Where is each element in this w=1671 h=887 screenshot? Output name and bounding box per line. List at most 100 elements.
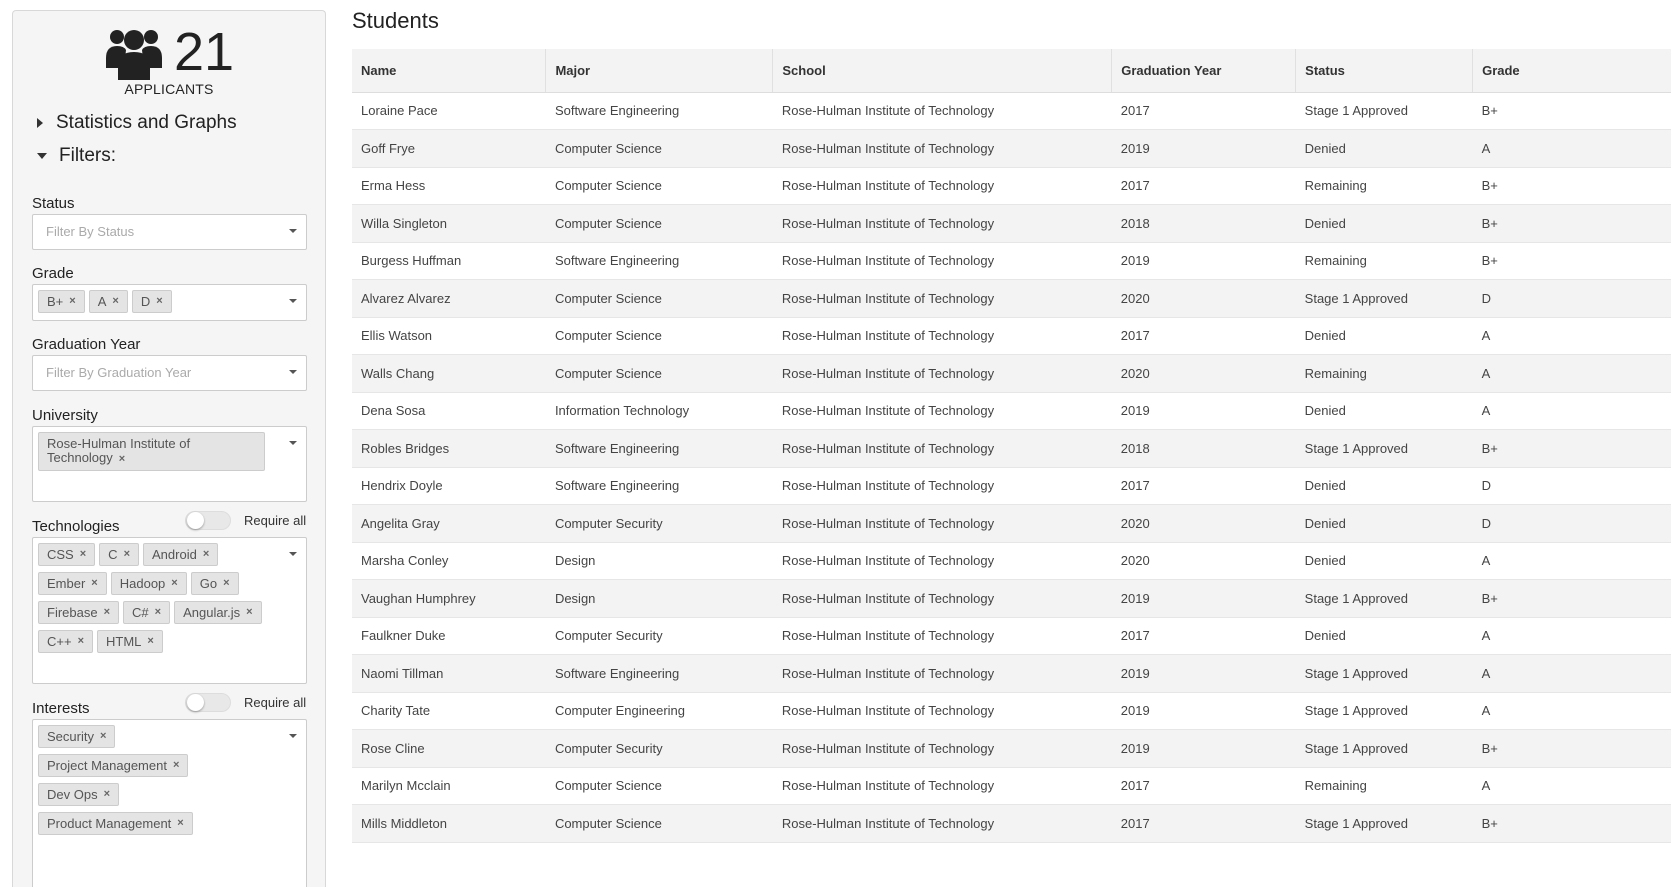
remove-tag-icon[interactable]: ×	[69, 293, 75, 310]
table-cell-school: Rose-Hulman Institute of Technology	[772, 242, 1112, 280]
table-cell-graduation-year: 2017	[1111, 317, 1296, 355]
status-filter-select[interactable]: Filter By Status	[32, 214, 307, 250]
technology-tag: C++ ×	[38, 630, 94, 653]
table-cell-name: Angelita Gray	[352, 504, 546, 543]
table-row[interactable]: Burgess Huffman Software Engineering Rose-…	[352, 242, 1671, 280]
applicant-count-block: 21	[13, 23, 325, 81]
chevron-down-icon[interactable]	[289, 552, 297, 556]
caret-down-icon	[37, 153, 47, 159]
table-cell-grade: B+	[1472, 429, 1671, 468]
grade-tag-list: B+ × A × D ×	[33, 285, 306, 322]
table-row[interactable]: Dena Sosa Information Technology Rose-Hulm…	[352, 392, 1671, 430]
chevron-down-icon[interactable]	[289, 441, 297, 445]
table-row[interactable]: Loraine Pace Software Engineering Rose-Hul…	[352, 92, 1671, 130]
university-filter-select[interactable]: Rose-Hulman Institute of Technology ×	[32, 426, 307, 502]
column-header-name[interactable]: Name	[352, 49, 547, 93]
remove-tag-icon[interactable]: ×	[177, 815, 183, 832]
table-row[interactable]: Goff Frye Computer Science Rose-Hulman Ins…	[352, 129, 1671, 168]
column-header-graduation-year[interactable]: Graduation Year	[1111, 49, 1297, 93]
graduation-year-filter-select[interactable]: Filter By Graduation Year	[32, 355, 307, 391]
remove-tag-icon[interactable]: ×	[124, 546, 130, 563]
chevron-down-icon[interactable]	[289, 370, 297, 374]
interests-filter-select[interactable]: Security × Project Management × Dev Ops × Prod…	[32, 719, 307, 887]
column-header-major[interactable]: Major	[545, 49, 774, 93]
technologies-filter-select[interactable]: CSS × C × Android × Ember × Hadoop × Go × Firebase × C…	[32, 537, 307, 684]
grade-filter-select[interactable]: B+ × A × D ×	[32, 284, 307, 321]
table-row[interactable]: Rose Cline Computer Security Rose-Hulman I…	[352, 729, 1671, 768]
table-cell-graduation-year: 2019	[1111, 692, 1296, 730]
interest-tag: Dev Ops ×	[38, 783, 120, 806]
table-cell-grade: B+	[1472, 729, 1671, 768]
remove-tag-icon[interactable]: ×	[223, 575, 229, 592]
statistics-toggle[interactable]: Statistics and Graphs	[37, 112, 237, 134]
table-cell-major: Computer Security	[545, 729, 773, 768]
grade-tag-label: D	[140, 294, 151, 309]
chevron-down-icon[interactable]	[289, 734, 297, 738]
toggle-switch[interactable]	[185, 511, 231, 530]
table-row[interactable]: Marsha Conley Design Rose-Hulman Institute…	[352, 542, 1671, 580]
interests-require-all-toggle[interactable]: Require all	[185, 693, 306, 712]
column-header-grade[interactable]: Grade	[1472, 49, 1671, 93]
table-row[interactable]: Willa Singleton Computer Science Rose-Hulm…	[352, 204, 1671, 243]
table-row[interactable]: Walls Chang Computer Science Rose-Hulman I…	[352, 354, 1671, 393]
table-row[interactable]: Charity Tate Computer Engineering Rose-Hul…	[352, 692, 1671, 730]
table-row[interactable]: Marilyn Mcclain Computer Science Rose-Hulm…	[352, 767, 1671, 805]
remove-tag-icon[interactable]: ×	[100, 728, 106, 745]
table-row[interactable]: Robles Bridges Software Engineering Rose-H…	[352, 429, 1671, 468]
chevron-down-icon[interactable]	[289, 229, 297, 233]
toggle-switch[interactable]	[185, 693, 231, 712]
table-row[interactable]: Mills Middleton Computer Science Rose-Hulm…	[352, 804, 1671, 843]
remove-tag-icon[interactable]: ×	[171, 575, 177, 592]
interest-tag-label: Dev Ops	[47, 787, 98, 802]
table-row[interactable]: Erma Hess Computer Science Rose-Hulman Ins…	[352, 167, 1671, 205]
table-cell-status: Stage 1 Approved	[1295, 579, 1473, 618]
table-row[interactable]: Faulkner Duke Computer Security Rose-Hulma…	[352, 617, 1671, 655]
table-cell-grade: D	[1472, 467, 1671, 505]
table-row[interactable]: Alvarez Alvarez Computer Science Rose-Hulm…	[352, 279, 1671, 318]
students-table: Name Major School Graduation Year Status Grad…	[352, 49, 1671, 843]
table-cell-school: Rose-Hulman Institute of Technology	[772, 354, 1112, 393]
remove-tag-icon[interactable]: ×	[173, 757, 179, 774]
table-row[interactable]: Naomi Tillman Software Engineering Rose-Hu…	[352, 654, 1671, 693]
remove-tag-icon[interactable]: ×	[155, 604, 161, 621]
status-filter-label: Status	[32, 195, 75, 212]
table-cell-school: Rose-Hulman Institute of Technology	[772, 467, 1112, 505]
remove-tag-icon[interactable]: ×	[91, 575, 97, 592]
table-cell-school: Rose-Hulman Institute of Technology	[772, 317, 1112, 355]
remove-tag-icon[interactable]: ×	[156, 293, 162, 310]
filters-toggle[interactable]: Filters:	[37, 145, 116, 167]
table-cell-name: Vaughan Humphrey	[352, 579, 546, 618]
remove-tag-icon[interactable]: ×	[119, 453, 125, 465]
table-cell-name: Marilyn Mcclain	[352, 767, 546, 805]
technologies-require-all-toggle[interactable]: Require all	[185, 511, 306, 530]
remove-tag-icon[interactable]: ×	[104, 604, 110, 621]
table-row[interactable]: Hendrix Doyle Software Engineering Rose-Hu…	[352, 467, 1671, 505]
table-cell-status: Stage 1 Approved	[1295, 92, 1473, 130]
table-cell-status: Denied	[1295, 504, 1473, 543]
technology-tag-label: C	[108, 547, 118, 562]
toggle-knob	[187, 512, 204, 529]
remove-tag-icon[interactable]: ×	[112, 293, 118, 310]
require-all-label: Require all	[244, 513, 307, 528]
remove-tag-icon[interactable]: ×	[147, 633, 153, 650]
technologies-tag-list: CSS × C × Android × Ember × Hadoop × Go × Firebase × C…	[33, 538, 306, 662]
table-row[interactable]: Vaughan Humphrey Design Rose-Hulman Instit…	[352, 579, 1671, 618]
interest-tag-label: Project Management	[47, 758, 167, 773]
table-row[interactable]: Angelita Gray Computer Security Rose-Hulma…	[352, 504, 1671, 543]
column-header-school[interactable]: School	[772, 49, 1113, 93]
remove-tag-icon[interactable]: ×	[203, 546, 209, 563]
remove-tag-icon[interactable]: ×	[80, 546, 86, 563]
remove-tag-icon[interactable]: ×	[104, 786, 110, 803]
table-cell-grade: B+	[1472, 204, 1671, 243]
remove-tag-icon[interactable]: ×	[246, 604, 252, 621]
technology-tag: Go ×	[190, 572, 239, 595]
table-cell-status: Stage 1 Approved	[1295, 804, 1473, 843]
table-cell-major: Design	[545, 579, 773, 618]
remove-tag-icon[interactable]: ×	[78, 633, 84, 650]
table-cell-school: Rose-Hulman Institute of Technology	[772, 504, 1112, 543]
interest-tag-label: Security	[47, 729, 94, 744]
column-header-status[interactable]: Status	[1295, 49, 1474, 93]
table-row[interactable]: Ellis Watson Computer Science Rose-Hulman …	[352, 317, 1671, 355]
chevron-down-icon[interactable]	[289, 299, 297, 303]
table-cell-grade: D	[1472, 279, 1671, 318]
